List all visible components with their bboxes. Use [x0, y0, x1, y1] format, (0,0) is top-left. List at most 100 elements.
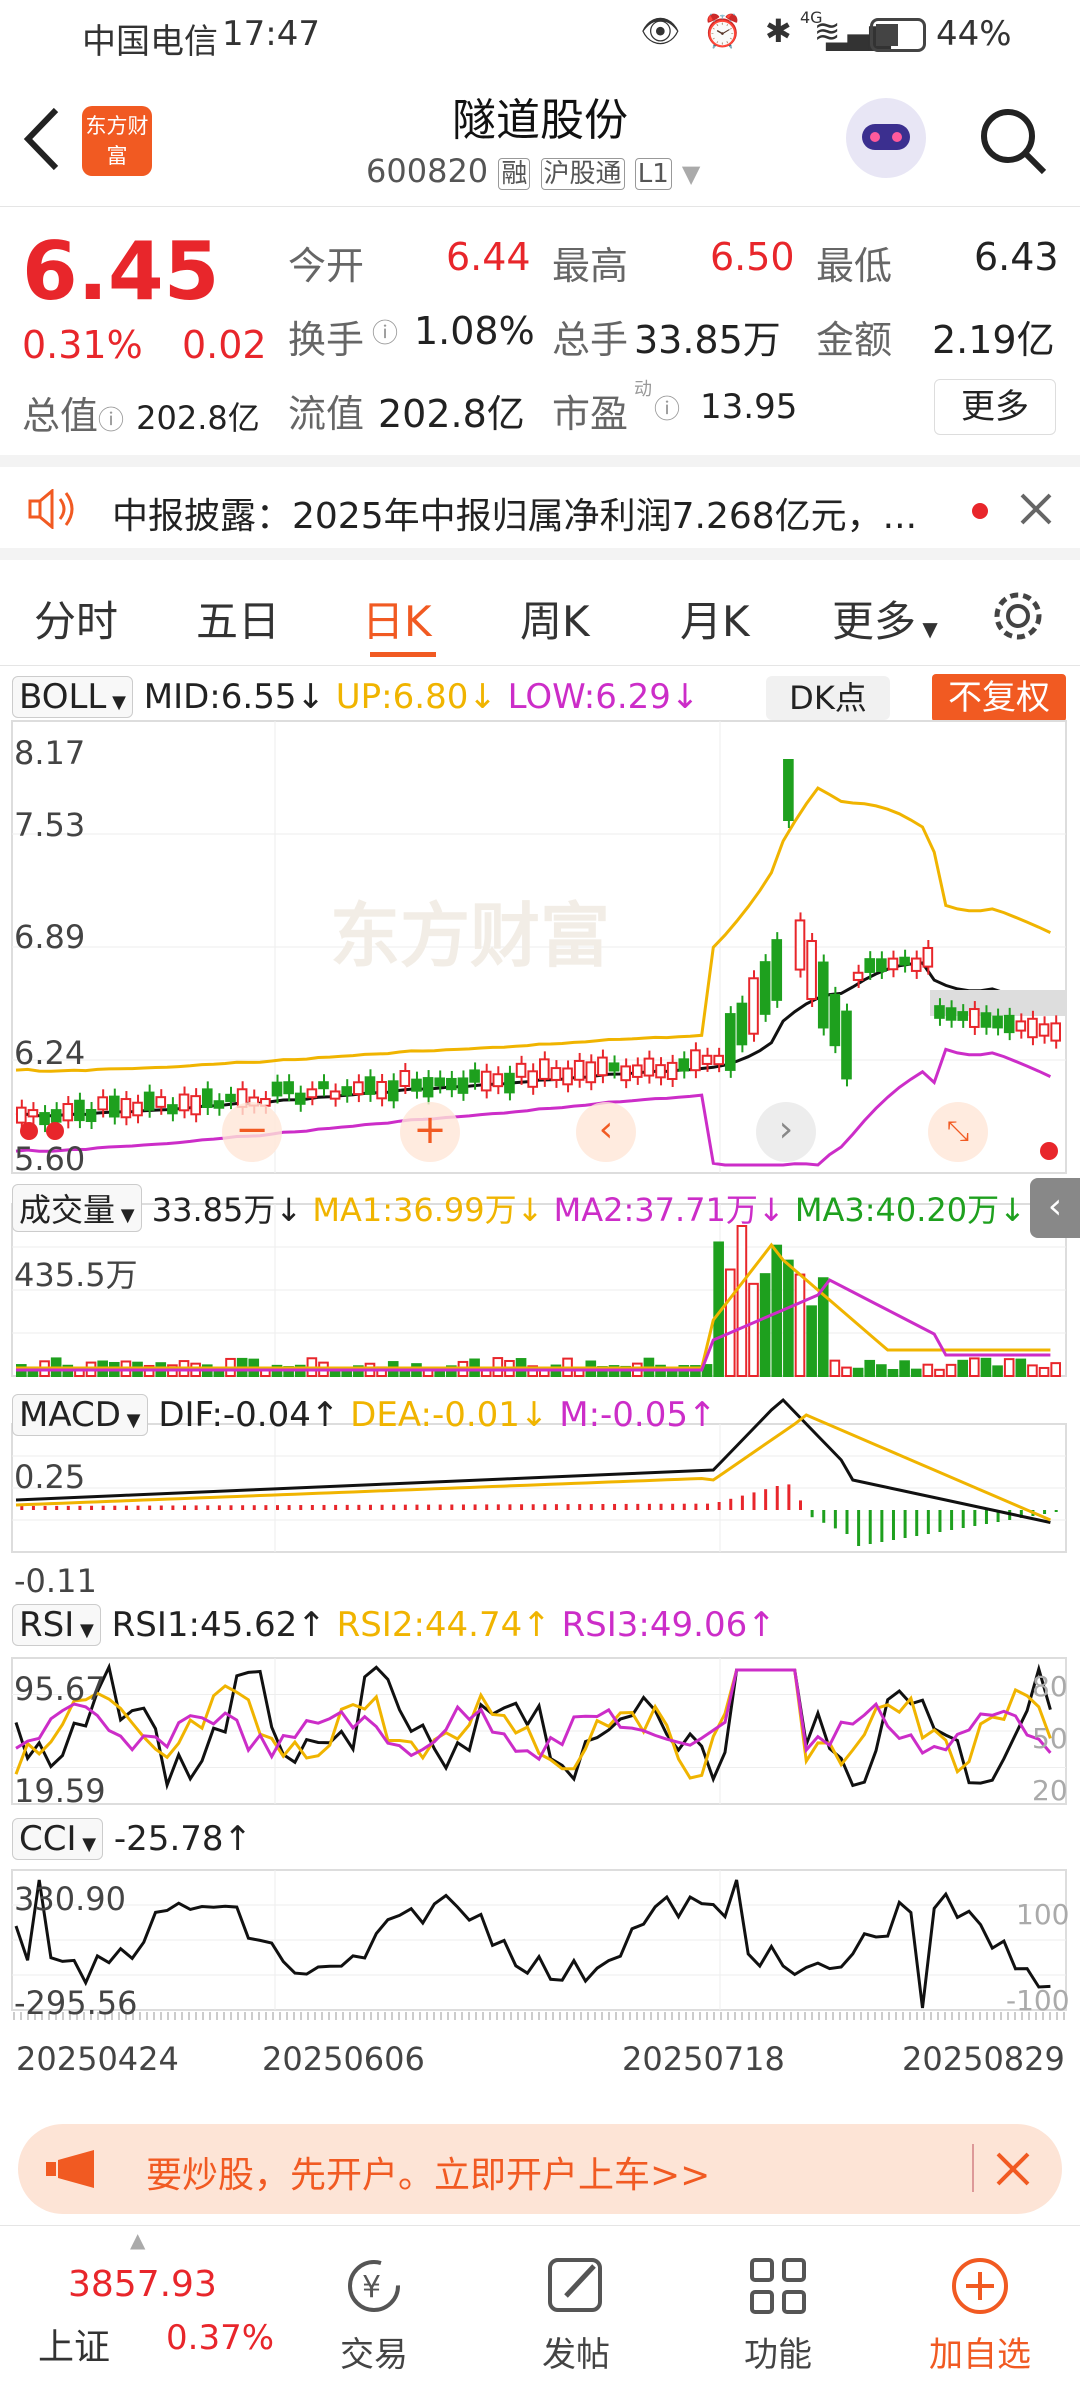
back-icon[interactable]	[22, 106, 62, 172]
candle-body	[701, 1054, 713, 1065]
fullscreen-icon[interactable]: ⤡	[928, 1102, 988, 1162]
more-button[interactable]: 更多	[934, 379, 1056, 435]
volume-bar	[794, 1273, 806, 1377]
candle-body	[50, 1109, 62, 1123]
index-quote[interactable]: ▲ 3857.93 上证 0.37%	[0, 2226, 274, 2401]
info-icon[interactable]: ⓘ	[372, 313, 398, 350]
rsi-3: RSI3:49.06↑	[561, 1605, 776, 1645]
candle-body	[759, 961, 771, 1015]
vol-ma3: MA3:40.20万↓	[794, 1191, 1026, 1229]
nav-post[interactable]: 发帖	[516, 2226, 636, 2376]
dk-point-button[interactable]: DK点	[766, 676, 890, 720]
nav-function[interactable]: 功能	[718, 2226, 838, 2376]
candle-body	[1003, 1014, 1015, 1034]
edit-icon	[548, 2258, 602, 2312]
tab-daily-k[interactable]: 日K	[362, 588, 432, 649]
zoom-out-button[interactable]: −	[222, 1102, 282, 1162]
tab-weekly-k[interactable]: 周K	[520, 588, 590, 649]
candle-body	[364, 1076, 376, 1095]
candle-body	[724, 1013, 736, 1071]
volume-label: 总手	[552, 318, 629, 362]
volume-bar	[864, 1359, 876, 1378]
volume-bar	[736, 1225, 748, 1377]
cci-tick: 330.90	[14, 1880, 126, 1918]
pe-sup: 动	[634, 379, 652, 400]
zoom-in-button[interactable]: +	[400, 1102, 460, 1162]
tab-more[interactable]: 更多 ▼	[832, 588, 938, 649]
nav-label: 加自选	[929, 2335, 1031, 2375]
trade-icon: ¥	[348, 2260, 400, 2312]
chevron-right-icon[interactable]: ›	[756, 1102, 816, 1162]
macd-tick: -0.11	[14, 1562, 97, 1600]
add-watchlist-button[interactable]: 加自选	[920, 2226, 1040, 2376]
low-value: 6.43	[974, 235, 1059, 279]
tab-minute[interactable]: 分时	[34, 588, 118, 649]
adjust-button[interactable]: 不复权	[932, 674, 1066, 722]
stock-code-row[interactable]: 600820 融 沪股通 L1 ▼	[366, 152, 700, 190]
gear-icon[interactable]	[990, 588, 1046, 644]
candle-body	[550, 1067, 562, 1081]
volume-selector[interactable]: 成交量 ▼	[12, 1184, 142, 1232]
candle-body	[167, 1104, 178, 1115]
close-icon[interactable]	[994, 2150, 1032, 2188]
volume-bar	[724, 1268, 736, 1378]
volume-bar	[748, 1282, 759, 1377]
candle-body	[120, 1098, 132, 1119]
open-account-banner[interactable]: 要炒股，先开户。立即开户上车>>	[18, 2124, 1062, 2214]
macd-dea: DEA:-0.01↓	[350, 1395, 549, 1435]
rsi-right-tick: 80	[1032, 1670, 1068, 1703]
chevron-left-icon[interactable]: ‹	[576, 1102, 636, 1162]
candle-body	[910, 957, 922, 972]
cci-tick: -295.56	[14, 1984, 138, 2022]
cci-selector[interactable]: CCI ▼	[12, 1818, 104, 1860]
candle-body	[16, 1106, 27, 1124]
candle-body	[643, 1057, 655, 1077]
volume-value: 33.85万	[634, 318, 781, 362]
boll-selector[interactable]: BOLL ▼	[12, 676, 133, 718]
search-icon[interactable]	[976, 104, 1050, 178]
candle-body	[155, 1096, 167, 1108]
unread-dot	[972, 503, 988, 519]
battery-icon	[870, 18, 926, 52]
candle-body	[922, 947, 934, 968]
float-label: 流值	[288, 392, 365, 436]
candle-body	[143, 1091, 155, 1111]
change-amount: 0.02	[182, 323, 267, 367]
tab-five-day[interactable]: 五日	[196, 588, 280, 649]
notice-text: 中报披露：2025年中报归属净利润7.268亿元，...	[112, 496, 918, 537]
signal-dot	[1040, 1142, 1058, 1160]
stock-code: 600820	[366, 152, 489, 190]
marker-dot	[46, 1122, 64, 1140]
close-icon[interactable]	[1018, 491, 1054, 527]
candle-body	[469, 1069, 480, 1083]
volume-legend: 成交量 ▼ 33.85万↓ MA1:36.99万↓ MA2:37.71万↓ MA…	[12, 1184, 1026, 1232]
rsi-selector[interactable]: RSI ▼	[12, 1604, 101, 1646]
boll-up: UP:6.80↓	[335, 677, 497, 717]
boll-tick: 5.60	[14, 1140, 86, 1178]
app-logo[interactable]: 东方财富	[82, 106, 152, 176]
info-icon[interactable]: ⓘ	[654, 389, 680, 426]
high-value: 6.50	[710, 235, 795, 279]
cci-right-tick: 100	[1016, 1898, 1070, 1931]
candle-body	[527, 1070, 539, 1088]
nav-label: 发帖	[542, 2335, 610, 2375]
nav-trade[interactable]: ¥ 交易	[314, 2226, 434, 2376]
candle-body	[446, 1077, 457, 1091]
macd-selector[interactable]: MACD ▼	[12, 1394, 148, 1436]
rsi-line	[14, 1668, 1052, 1780]
candle-body	[794, 919, 806, 971]
volume-bar	[992, 1365, 1003, 1377]
robot-assistant-icon[interactable]	[846, 98, 926, 178]
amount-label: 金额	[816, 318, 893, 362]
tab-monthly-k[interactable]: 月K	[680, 588, 750, 649]
boll-tick: 8.17	[14, 734, 86, 772]
candle-body	[1027, 1017, 1038, 1039]
network-label: 4G	[800, 8, 823, 27]
candle-body	[573, 1059, 585, 1081]
collapse-panel-button[interactable]: ‹	[1030, 1178, 1080, 1238]
tag-margin: 融	[498, 158, 531, 190]
volume-bar	[980, 1357, 992, 1377]
notice-bar[interactable]: 中报披露：2025年中报归属净利润7.268亿元，...	[0, 455, 1080, 560]
amount-value: 2.19亿	[932, 318, 1055, 362]
divider	[972, 2144, 974, 2192]
